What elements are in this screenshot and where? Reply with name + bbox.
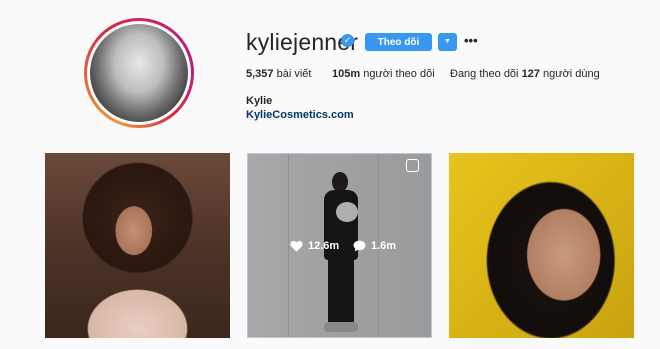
website-link[interactable]: KylieCosmetics.com <box>246 109 354 121</box>
following-count-label: người dùng <box>539 68 600 80</box>
following-count[interactable]: Đang theo dõi 127 người dùng <box>450 68 600 80</box>
hover-overlay <box>248 154 431 337</box>
full-name: Kylie <box>246 95 273 107</box>
following-count-value: 127 <box>521 68 540 80</box>
heart-icon <box>290 240 303 252</box>
post-thumbnail[interactable] <box>449 153 634 338</box>
post-thumbnail[interactable] <box>45 153 230 338</box>
post-thumbnail-hovered[interactable]: 12.6m 1.6m <box>247 153 432 338</box>
likes-count: 12.6m <box>290 240 339 252</box>
follow-button[interactable]: Theo dõi <box>365 33 432 51</box>
avatar-frame <box>87 21 191 125</box>
save-icon[interactable] <box>406 159 419 172</box>
posts-count-value: 5,357 <box>246 68 274 80</box>
verified-check-icon: ✓ <box>341 34 354 47</box>
posts-count: 5,357 bài viết <box>246 68 311 80</box>
suggestions-dropdown-button[interactable]: ▼ <box>438 33 457 51</box>
more-options-icon[interactable]: ••• <box>464 34 478 48</box>
followers-count-value: 105m <box>332 68 361 80</box>
profile-avatar[interactable] <box>84 18 194 128</box>
avatar-image <box>90 24 188 122</box>
posts-count-label: bài viết <box>273 68 312 80</box>
followers-count-label: người theo dõi <box>360 68 435 80</box>
comments-value: 1.6m <box>371 240 397 252</box>
comment-icon <box>353 240 366 252</box>
followers-count[interactable]: 105m người theo dõi <box>332 68 435 80</box>
likes-value: 12.6m <box>308 240 340 252</box>
following-prefix: Đang theo dõi <box>450 68 522 80</box>
comments-count: 1.6m <box>353 240 396 252</box>
